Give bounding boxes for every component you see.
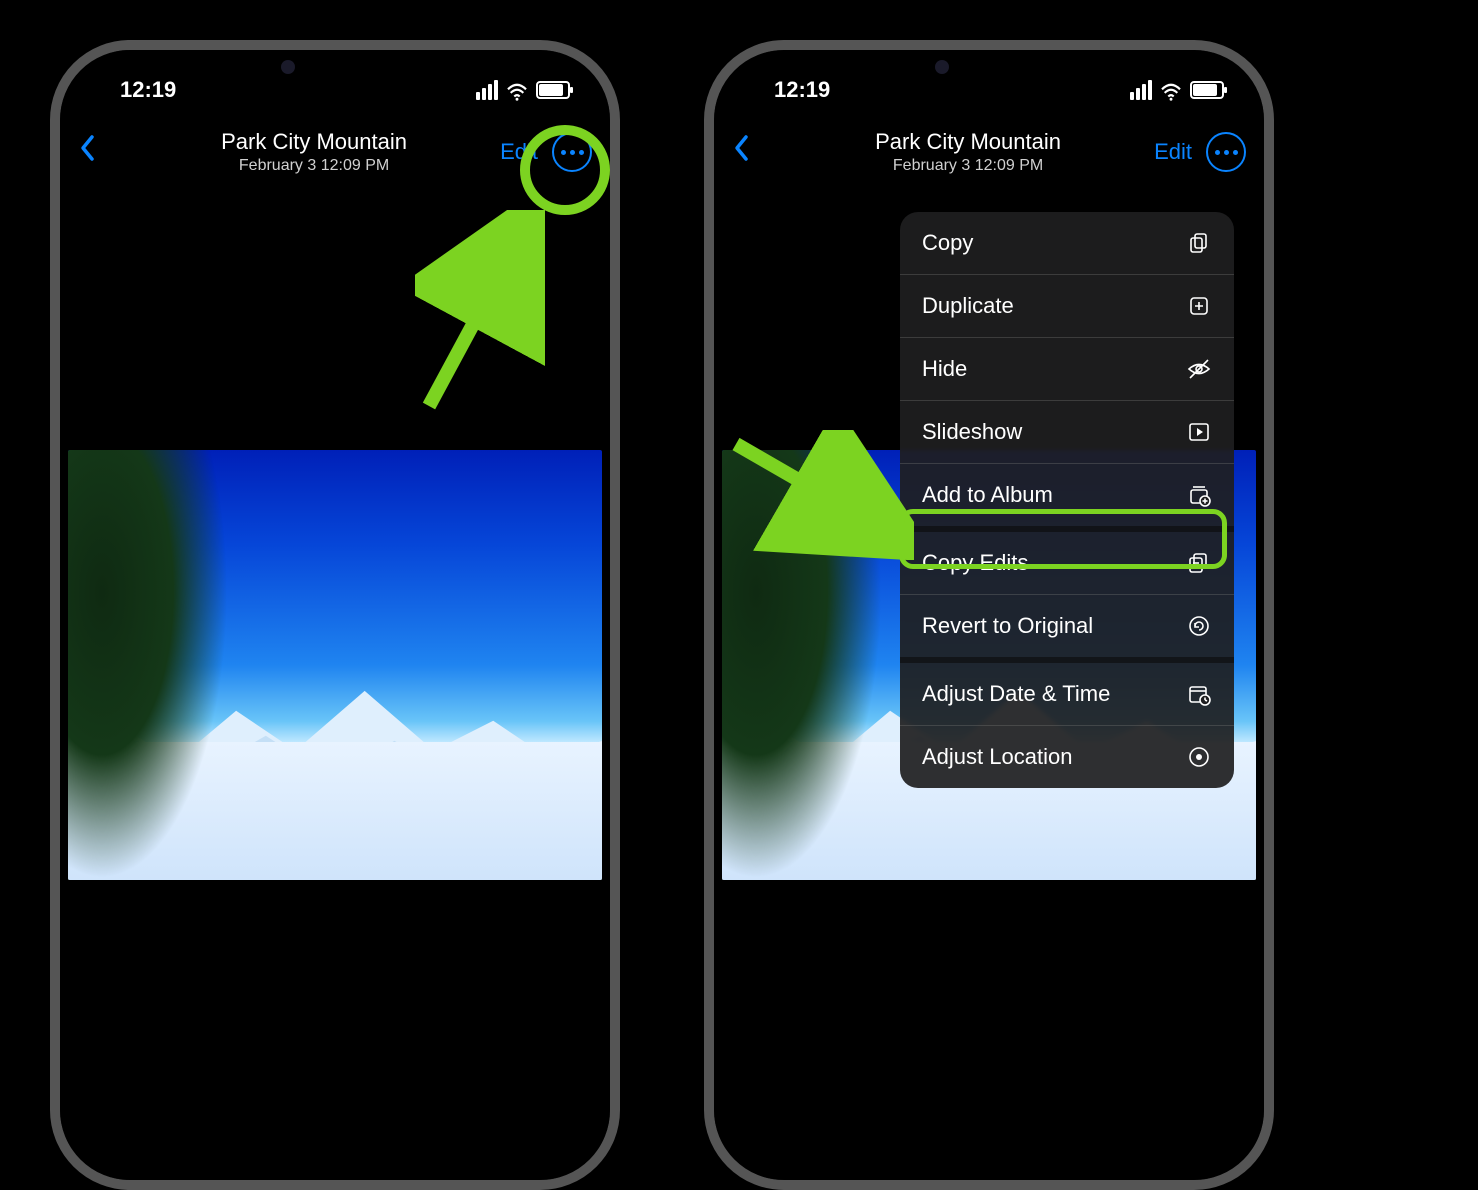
duplicate-plus-icon (1186, 293, 1212, 319)
menu-item-label: Duplicate (922, 293, 1014, 319)
menu-item-label: Hide (922, 356, 967, 382)
photo-preview[interactable] (68, 450, 602, 880)
menu-item-copy[interactable]: Copy (900, 212, 1234, 275)
menu-item-label: Adjust Date & Time (922, 681, 1110, 707)
menu-item-label: Slideshow (922, 419, 1022, 445)
back-chevron-icon[interactable] (78, 133, 108, 172)
title-block: Park City Mountain February 3 12:09 PM (118, 129, 510, 175)
side-button (1272, 380, 1274, 460)
menu-item-label: Copy (922, 230, 973, 256)
menu-item-adjust-date-time[interactable]: Adjust Date & Time (900, 663, 1234, 726)
menu-item-copy-edits[interactable]: Copy Edits (900, 532, 1234, 595)
wifi-icon (1160, 81, 1182, 99)
notch (235, 48, 435, 90)
side-button (1272, 210, 1274, 256)
side-button (618, 340, 620, 460)
location-pin-icon (1186, 744, 1212, 770)
side-button (50, 240, 52, 286)
menu-item-label: Revert to Original (922, 613, 1093, 639)
play-box-icon (1186, 419, 1212, 445)
back-chevron-icon[interactable] (732, 133, 762, 172)
menu-item-slideshow[interactable]: Slideshow (900, 401, 1234, 464)
screen-left: 12:19 Park City Mountain February 3 12:0… (60, 50, 610, 1180)
hide-eye-icon (1186, 356, 1212, 382)
menu-item-label: Adjust Location (922, 744, 1072, 770)
copy-edits-icon (1186, 550, 1212, 576)
side-button (50, 420, 52, 500)
status-time: 12:19 (120, 77, 176, 103)
menu-item-duplicate[interactable]: Duplicate (900, 275, 1234, 338)
menu-item-label: Add to Album (922, 482, 1053, 508)
photo-title: Park City Mountain (772, 129, 1164, 155)
nav-bar: Park City Mountain February 3 12:09 PM E… (60, 116, 610, 188)
battery-icon (536, 81, 570, 99)
menu-item-label: Copy Edits (922, 550, 1028, 576)
iphone-mockup-left: 12:19 Park City Mountain February 3 12:0… (50, 40, 620, 1190)
nav-bar: Park City Mountain February 3 12:09 PM E… (714, 116, 1264, 188)
menu-item-hide[interactable]: Hide (900, 338, 1234, 401)
revert-icon (1186, 613, 1212, 639)
photo-subtitle: February 3 12:09 PM (118, 157, 510, 175)
wifi-icon (506, 81, 528, 99)
menu-item-add-to-album[interactable]: Add to Album (900, 464, 1234, 532)
copy-pages-icon (1186, 230, 1212, 256)
status-time: 12:19 (774, 77, 830, 103)
cellular-signal-icon (1130, 80, 1152, 100)
more-options-button[interactable] (1206, 132, 1246, 172)
battery-icon (1190, 81, 1224, 99)
title-block: Park City Mountain February 3 12:09 PM (772, 129, 1164, 175)
notch (889, 48, 1089, 90)
status-right (1130, 80, 1224, 100)
side-button (50, 320, 52, 400)
photo-subtitle: February 3 12:09 PM (772, 157, 1164, 175)
calendar-clock-icon (1186, 681, 1212, 707)
photo-title: Park City Mountain (118, 129, 510, 155)
album-add-icon (1186, 482, 1212, 508)
cellular-signal-icon (476, 80, 498, 100)
more-options-button[interactable] (552, 132, 592, 172)
side-button (1272, 280, 1274, 360)
status-right (476, 80, 570, 100)
iphone-mockup-right: 12:19 Park City Mountain February 3 12:0… (704, 40, 1274, 1190)
menu-item-adjust-location[interactable]: Adjust Location (900, 726, 1234, 788)
more-options-menu: Copy Duplicate Hide Slideshow Add to Alb… (900, 212, 1234, 788)
screen-right: 12:19 Park City Mountain February 3 12:0… (714, 50, 1264, 1180)
menu-item-revert-to-original[interactable]: Revert to Original (900, 595, 1234, 663)
